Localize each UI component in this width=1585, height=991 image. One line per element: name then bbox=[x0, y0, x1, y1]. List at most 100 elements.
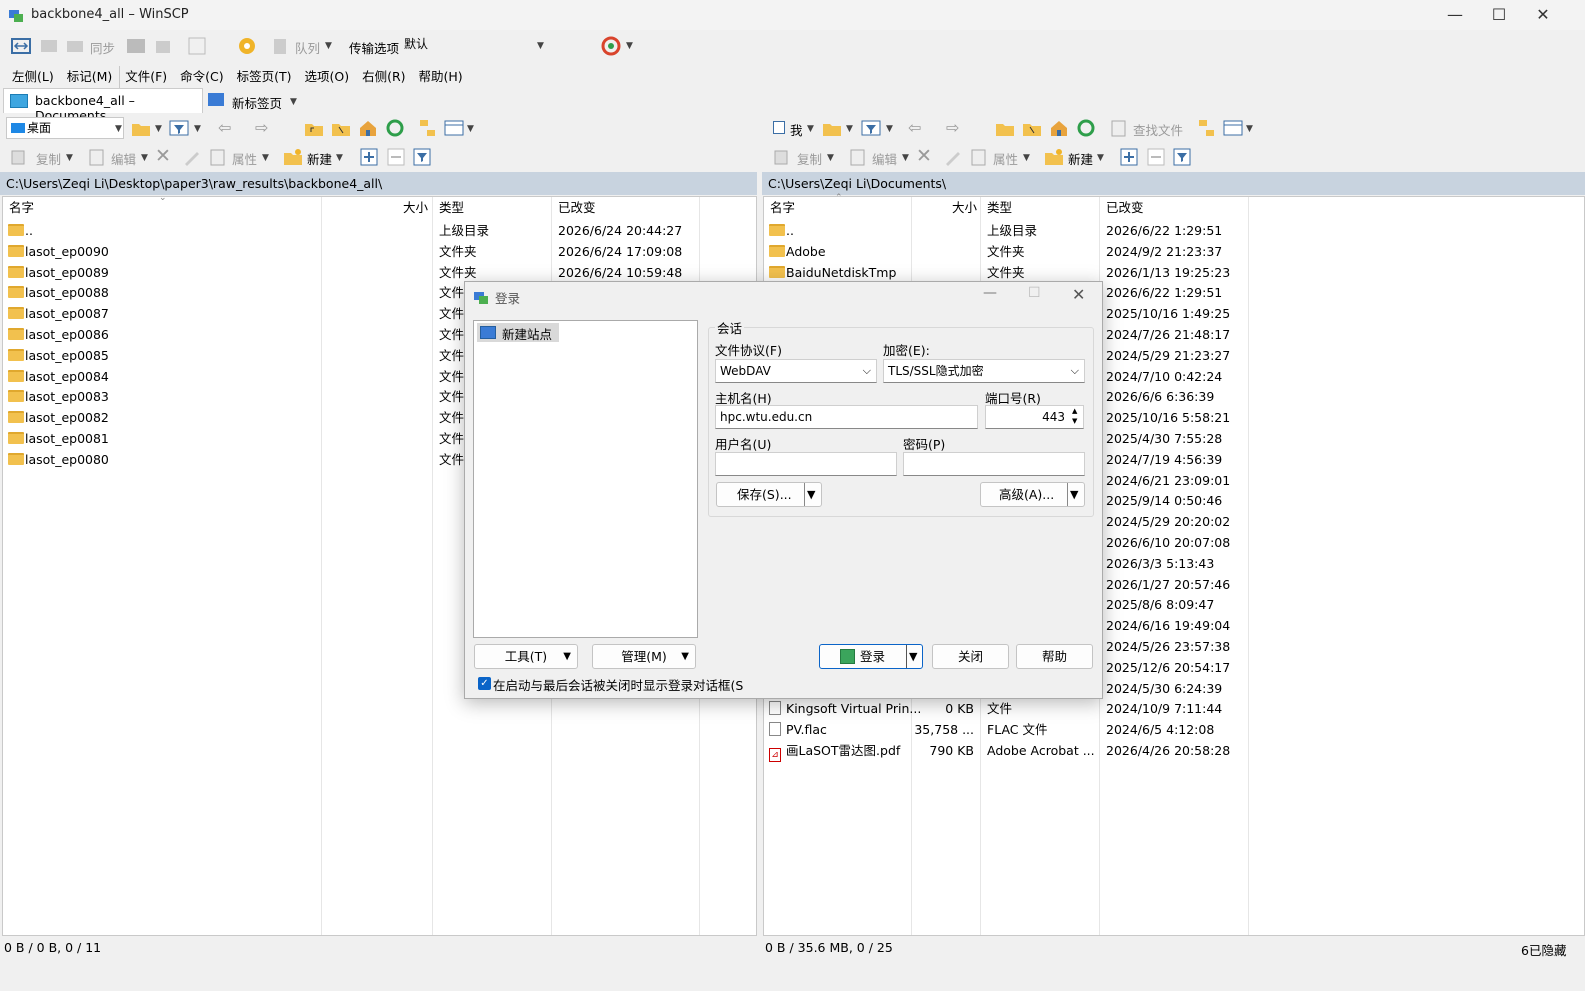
left-table-row[interactable]: .. 上级目录 2026/6/24 20:44:27 bbox=[3, 220, 756, 241]
preferences-gear-icon[interactable] bbox=[236, 35, 258, 57]
menu-right[interactable]: 右侧(R) bbox=[362, 69, 405, 84]
right-location-value[interactable]: 我 bbox=[790, 120, 803, 139]
dialog-minimize-button[interactable]: — bbox=[983, 285, 997, 301]
right-table-row[interactable]: ⊿ 画LaSOT雷达图.pdf 790 KB Adobe Acrobat ... 202… bbox=[764, 740, 1584, 762]
right-parent-dir-icon[interactable] bbox=[994, 117, 1016, 139]
host-input[interactable]: hpc.wtu.edu.cn bbox=[715, 405, 978, 429]
sync-folder-icon[interactable] bbox=[64, 35, 86, 57]
right-table-row[interactable]: Kingsoft Virtual Prin... 0 KB 文件 2024/10/9 … bbox=[764, 698, 1584, 719]
manage-button[interactable]: 管理(M) ▼ bbox=[592, 644, 696, 669]
show-login-checkbox[interactable]: ✓ bbox=[478, 677, 491, 690]
minimize-button[interactable]: — bbox=[1432, 0, 1478, 30]
right-refresh-icon[interactable] bbox=[1075, 117, 1097, 139]
right-select-filter-icon[interactable] bbox=[1171, 146, 1193, 168]
maximize-button[interactable]: ☐ bbox=[1476, 0, 1522, 30]
left-path-bar[interactable]: C:\Users\Zeqi Li\Desktop\paper3\raw_resu… bbox=[0, 172, 757, 195]
dialog-close-button[interactable]: ✕ bbox=[1072, 285, 1085, 304]
site-new-item[interactable]: 新建站点 bbox=[477, 323, 559, 342]
right-header-type[interactable]: 类型 bbox=[987, 197, 1012, 219]
back-icon[interactable]: ⇦ bbox=[218, 118, 231, 137]
right-rename-icon[interactable] bbox=[942, 146, 964, 168]
select-filter-icon[interactable] bbox=[411, 146, 433, 168]
right-select-plus-icon[interactable] bbox=[1118, 146, 1140, 168]
copy-icon[interactable] bbox=[8, 146, 30, 168]
save-dropdown-icon[interactable]: ▼ bbox=[804, 483, 815, 506]
tab-new[interactable]: 新标签页 ▼ bbox=[205, 89, 305, 113]
left-edit-label[interactable]: 编辑 bbox=[111, 149, 136, 168]
tab-session[interactable]: backbone4_all – Documents bbox=[3, 88, 203, 123]
right-back-icon[interactable]: ⇦ bbox=[908, 118, 921, 137]
password-input[interactable] bbox=[903, 452, 1085, 476]
left-location-combo[interactable]: 桌面 bbox=[6, 117, 124, 139]
dialog-maximize-button[interactable]: ☐ bbox=[1028, 285, 1041, 301]
menu-tabs[interactable]: 标签页(T) bbox=[237, 69, 292, 84]
root-dir-icon[interactable] bbox=[330, 117, 352, 139]
port-stepper-down-icon[interactable]: ▼ bbox=[1072, 417, 1077, 425]
right-new-icon[interactable] bbox=[1043, 146, 1065, 168]
right-copy-icon[interactable] bbox=[771, 146, 793, 168]
right-forward-icon[interactable]: ⇨ bbox=[946, 118, 959, 137]
right-table-row[interactable]: BaiduNetdiskTmp 文件夹 2026/1/13 19:25:23 bbox=[764, 262, 1584, 283]
find-files-label[interactable]: 查找文件 bbox=[1133, 120, 1183, 139]
close-window-button[interactable]: ✕ bbox=[1520, 0, 1566, 30]
login-button[interactable]: 登录 ▼ bbox=[819, 644, 923, 669]
advanced-dropdown-icon[interactable]: ▼ bbox=[1067, 483, 1078, 506]
select-plus-icon[interactable] bbox=[358, 146, 380, 168]
left-table-row[interactable]: lasot_ep0090 文件夹 2026/6/24 17:09:08 bbox=[3, 241, 756, 262]
save-button[interactable]: 保存(S)... ▼ bbox=[716, 482, 822, 507]
encryption-select[interactable]: TLS/SSL隐式加密 ⌵ bbox=[883, 359, 1085, 383]
right-delete-icon[interactable]: ✕ bbox=[916, 145, 932, 167]
username-input[interactable] bbox=[715, 452, 897, 476]
tools-button[interactable]: 工具(T) ▼ bbox=[474, 644, 578, 669]
login-dropdown-icon[interactable]: ▼ bbox=[906, 645, 917, 668]
right-open-folder-icon[interactable] bbox=[821, 117, 843, 139]
rename-icon[interactable] bbox=[181, 146, 203, 168]
close-button[interactable]: 关闭 bbox=[932, 644, 1009, 669]
left-props-label[interactable]: 属性 bbox=[232, 149, 257, 168]
right-new-label[interactable]: 新建 bbox=[1068, 149, 1093, 168]
delete-icon[interactable]: ✕ bbox=[155, 145, 171, 167]
queue-label[interactable]: 队列 bbox=[295, 38, 320, 57]
right-header-size[interactable]: 大小 bbox=[952, 197, 977, 219]
protocol-select[interactable]: WebDAV ⌵ bbox=[715, 359, 877, 383]
left-table-row[interactable]: lasot_ep0089 文件夹 2026/6/24 10:59:48 bbox=[3, 262, 756, 283]
right-properties-icon[interactable] bbox=[968, 146, 990, 168]
right-path-bar[interactable]: C:\Users\Zeqi Li\Documents\ bbox=[762, 172, 1585, 195]
menu-options[interactable]: 选项(O) bbox=[305, 69, 350, 84]
menu-commands[interactable]: 命令(C) bbox=[180, 69, 223, 84]
home-icon[interactable] bbox=[357, 117, 379, 139]
tree-icon[interactable] bbox=[417, 117, 439, 139]
parent-dir-icon[interactable] bbox=[303, 117, 325, 139]
sync-browse-icon[interactable] bbox=[38, 35, 60, 57]
right-edit-label[interactable]: 编辑 bbox=[872, 149, 897, 168]
menu-file[interactable]: 文件(F) bbox=[125, 69, 167, 84]
filter-icon[interactable] bbox=[168, 117, 190, 139]
right-copy-label[interactable]: 复制 bbox=[797, 149, 822, 168]
console-icon[interactable] bbox=[125, 35, 147, 57]
left-copy-label[interactable]: 复制 bbox=[36, 149, 61, 168]
left-header-changed[interactable]: 已改变 bbox=[558, 197, 596, 219]
forward-icon[interactable]: ⇨ bbox=[255, 118, 268, 137]
right-home-icon[interactable] bbox=[1048, 117, 1070, 139]
view-icon[interactable] bbox=[443, 117, 465, 139]
advanced-button[interactable]: 高级(A)... ▼ bbox=[980, 482, 1085, 507]
new-icon[interactable] bbox=[282, 146, 304, 168]
edit-icon[interactable] bbox=[86, 146, 108, 168]
left-header-name[interactable]: 名字 bbox=[9, 197, 34, 219]
open-folder-icon[interactable] bbox=[130, 117, 152, 139]
reconnect-icon[interactable] bbox=[600, 35, 622, 57]
left-header-type[interactable]: 类型 bbox=[439, 197, 464, 219]
right-select-minus-icon[interactable] bbox=[1145, 146, 1167, 168]
site-tree[interactable]: 新建站点 bbox=[473, 320, 698, 638]
right-tree-icon[interactable] bbox=[1196, 117, 1218, 139]
refresh-icon[interactable] bbox=[384, 117, 406, 139]
queue-icon[interactable] bbox=[270, 35, 292, 57]
right-filter-icon[interactable] bbox=[860, 117, 882, 139]
menu-help[interactable]: 帮助(H) bbox=[419, 69, 463, 84]
select-minus-icon[interactable] bbox=[385, 146, 407, 168]
putty-icon[interactable] bbox=[153, 35, 175, 57]
find-files-icon[interactable] bbox=[1108, 117, 1130, 139]
right-root-dir-icon[interactable] bbox=[1021, 117, 1043, 139]
sync-label[interactable]: 同步 bbox=[90, 38, 115, 57]
right-header-changed[interactable]: 已改变 bbox=[1106, 197, 1144, 219]
